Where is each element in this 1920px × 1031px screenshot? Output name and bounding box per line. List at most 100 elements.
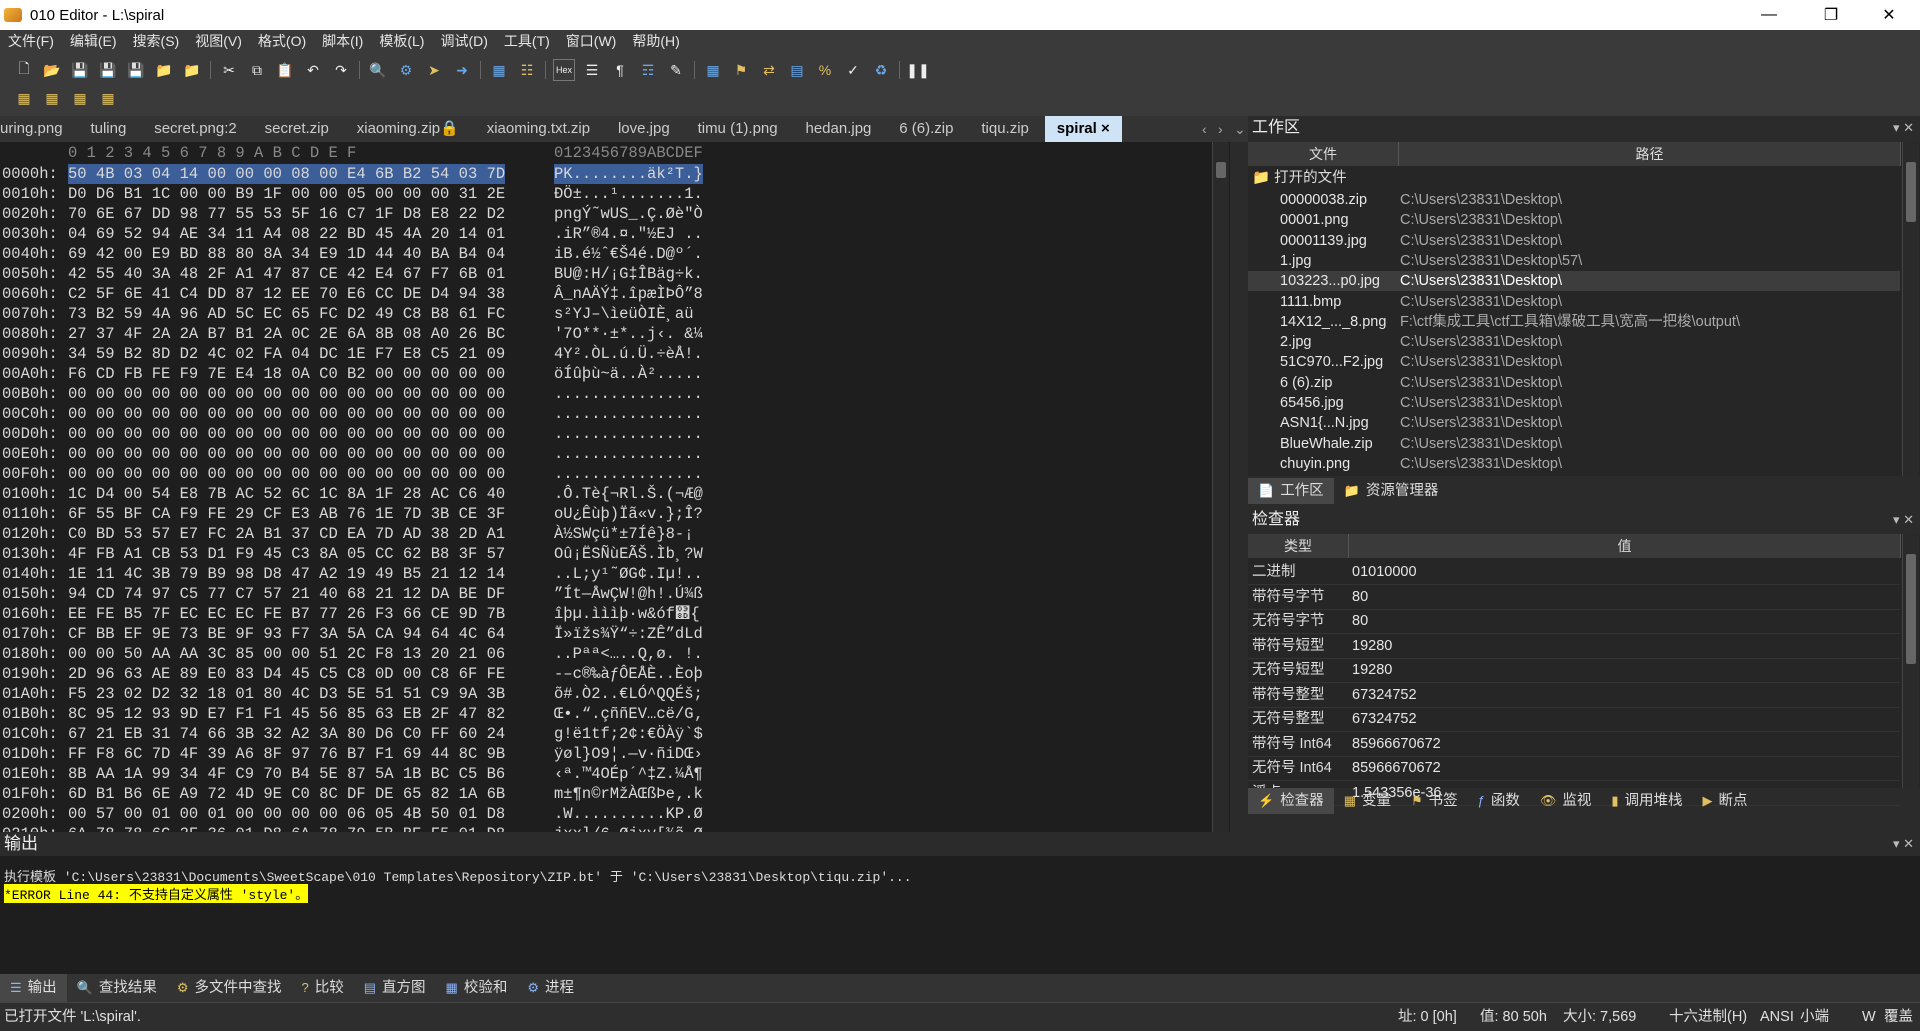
row-ascii[interactable]: Â_nAÄÝ‡.îpæÌÞÔ”8 xyxy=(554,284,703,304)
row-hex-bytes[interactable]: 67 21 EB 31 74 66 3B 32 A2 3A 80 D6 C0 F… xyxy=(68,724,505,744)
row-hex-bytes[interactable]: 00 00 00 00 00 00 00 00 00 00 00 00 00 0… xyxy=(68,424,505,444)
save-as-icon[interactable]: 💾 xyxy=(97,60,119,80)
row-ascii[interactable]: ................ xyxy=(554,424,703,444)
save-all-icon[interactable]: 💾 xyxy=(125,60,147,80)
menu-edit[interactable]: 编辑(E) xyxy=(62,31,125,51)
col-file-header[interactable]: 文件 xyxy=(1248,142,1399,166)
row-hex-bytes[interactable]: C0 BD 53 57 E7 FC 2A B1 37 CD EA 7D AD 3… xyxy=(68,524,505,544)
row-hex-bytes[interactable]: 1C D4 00 54 E8 7B AC 52 6C 1C 8A 1F 28 A… xyxy=(68,484,505,504)
open-folder-icon[interactable]: 📁 xyxy=(153,60,175,80)
menu-help[interactable]: 帮助(H) xyxy=(624,31,687,51)
run-script-icon[interactable]: ▦ xyxy=(41,88,63,108)
text-mode-icon[interactable]: ☰ xyxy=(581,60,603,80)
tab-workspace[interactable]: 📄 工作区 xyxy=(1248,478,1334,504)
row-ascii[interactable]: s²YJ–­\ìeüÒIÈ¸aü xyxy=(554,304,694,324)
script-list-icon[interactable]: ▦ xyxy=(69,88,91,108)
menu-view[interactable]: 视图(V) xyxy=(187,31,250,51)
inspector-scrollbar[interactable] xyxy=(1902,534,1919,788)
row-ascii[interactable]: õ#.Ò2..€LÓ^QQÉš; xyxy=(554,684,703,704)
close-window-button[interactable]: ✕ xyxy=(1866,0,1912,30)
row-hex-bytes[interactable]: 8B AA 1A 99 34 4F C9 70 B4 5E 87 5A 1B B… xyxy=(68,764,505,784)
hex-mode-icon[interactable]: Hex xyxy=(553,59,575,81)
save-icon[interactable]: 💾 xyxy=(69,60,91,80)
row-ascii[interactable]: ..Pªª<…..Q,ø. !. xyxy=(554,644,703,664)
row-ascii[interactable]: oU¿Êùþ)Ïã«v.};Î? xyxy=(554,504,703,524)
panel-controls-icon[interactable]: ▾ ✕ xyxy=(1893,508,1914,532)
row-hex-bytes[interactable]: 00 00 00 00 00 00 00 00 00 00 00 00 00 0… xyxy=(68,444,505,464)
compare-icon[interactable]: ⇄ xyxy=(758,60,780,80)
tab-compare[interactable]: ? 比较 xyxy=(292,974,354,1002)
row-ascii[interactable]: À½SWçü*±7Íê}­8-¡ xyxy=(554,524,694,544)
menu-search[interactable]: 搜索(S) xyxy=(125,31,188,51)
row-hex-bytes[interactable]: C2 5F 6E 41 C4 DD 87 12 EE 70 E6 CC DE D… xyxy=(68,284,505,304)
row-ascii[interactable]: Ï»ïžs¾Ÿ“÷:ZÊ”dLd xyxy=(554,624,703,644)
tab-file[interactable]: uring.png xyxy=(0,116,75,142)
status-mode[interactable]: 十六进制(H) xyxy=(1669,1003,1747,1031)
row-hex-bytes[interactable]: EE FE B5 7F EC EC EC FE B7 77 26 F3 66 C… xyxy=(68,604,505,624)
row-hex-bytes[interactable]: 00 00 00 00 00 00 00 00 00 00 00 00 00 0… xyxy=(68,464,505,484)
workspace-scrollbar[interactable] xyxy=(1902,142,1919,476)
row-ascii[interactable]: '7O**·±*..j‹. &¼ xyxy=(554,324,703,344)
row-ascii[interactable]: îþµ.ìììþ·w&óf΍{ xyxy=(554,604,700,624)
menu-debug[interactable]: 调试(D) xyxy=(432,31,495,51)
panel-controls-icon[interactable]: ▾ ✕ xyxy=(1893,832,1914,856)
scroll-thumb[interactable] xyxy=(1906,162,1916,222)
row-ascii[interactable]: ................ xyxy=(554,464,703,484)
inspector-row[interactable]: 带符号字节 80 xyxy=(1248,585,1900,610)
row-hex-bytes[interactable]: 94 CD 74 97 C5 77 C7 57 21 40 68 21 12 D… xyxy=(68,584,505,604)
row-ascii[interactable]: öÍûþù~ä..À²..... xyxy=(554,364,703,384)
inspector-row[interactable]: 带符号短型 19280 xyxy=(1248,634,1900,659)
row-ascii[interactable]: m±¶n©rMžÀŒßÞe‚.k xyxy=(554,784,703,804)
tab-find-results[interactable]: 🔍 查找结果 xyxy=(67,974,167,1002)
inspector-value[interactable]: 80 xyxy=(1352,585,1368,609)
workspace-file-row[interactable]: 103223...p0.jpg C:\Users\23831\Desktop\ xyxy=(1248,271,1900,292)
undo-icon[interactable]: ↶ xyxy=(302,60,324,80)
row-hex-bytes[interactable]: 04 69 52 94 AE 34 11 A4 08 22 BD 45 4A 2… xyxy=(68,224,505,244)
calculator-icon[interactable]: ▦ xyxy=(702,60,724,80)
row-hex-bytes[interactable]: 42 55 40 3A 48 2F A1 47 87 CE 42 E4 67 F… xyxy=(68,264,505,284)
percent-icon[interactable]: % xyxy=(814,60,836,80)
row-ascii[interactable]: ÿøl}O9¦.—v·ñiDŒ› xyxy=(554,744,703,764)
paragraph-icon[interactable]: ¶ xyxy=(609,60,631,80)
row-ascii[interactable]: ................ xyxy=(554,404,703,424)
row-hex-bytes[interactable]: FF F8 6C 7D 4F 39 A6 8F 97 76 B7 F1 69 4… xyxy=(68,744,505,764)
tab-functions[interactable]: ƒ 函数 xyxy=(1468,788,1530,814)
checksum-icon[interactable]: ✓ xyxy=(842,60,864,80)
tab-explorer[interactable]: 📁 资源管理器 xyxy=(1334,478,1449,504)
row-hex-bytes[interactable]: 34 59 B2 8D D2 4C 02 FA 04 DC 1E F7 E8 C… xyxy=(68,344,505,364)
row-ascii[interactable]: Oû¡ËSÑùEÃŠ.Ìb¸?W xyxy=(554,544,703,564)
inspector-row[interactable]: 无符号短型 19280 xyxy=(1248,658,1900,683)
tab-file[interactable]: 6 (6).zip xyxy=(887,116,965,142)
row-hex-bytes[interactable]: 70 6E 67 DD 98 77 55 53 5F 16 C7 1F D8 E… xyxy=(68,204,505,224)
row-hex-bytes[interactable]: 69 42 00 E9 BD 88 80 8A 34 E9 1D 44 40 B… xyxy=(68,244,505,264)
row-ascii[interactable]: g!ë1tf;2¢:€ÖÀÿ`$ xyxy=(554,724,703,744)
row-ascii[interactable]: ................ xyxy=(554,444,703,464)
inspector-row[interactable]: 二进制 01010000 xyxy=(1248,560,1900,585)
tab-spiral-active[interactable]: spiral × xyxy=(1044,116,1122,142)
row-hex-bytes[interactable]: F5 23 02 D2 32 18 01 80 4C D3 5E 51 51 C… xyxy=(68,684,505,704)
row-ascii[interactable]: -–c®‰àƒÔEÅÈ..Èoþ xyxy=(554,664,703,684)
tab-find-in-files[interactable]: ⚙ 多文件中查找 xyxy=(167,974,292,1002)
tab-scroll-left-icon[interactable]: ‹ xyxy=(1202,116,1207,142)
minimize-button[interactable]: — xyxy=(1746,0,1792,30)
histogram-icon[interactable]: ▤ xyxy=(786,60,808,80)
status-write[interactable]: W xyxy=(1862,1003,1876,1031)
output-pane[interactable]: 执行模板 'C:\Users\23831\Documents\SweetScap… xyxy=(0,856,1920,974)
row-hex-bytes[interactable]: 6A 78 78 6C 2F 36 01 D8 6A 78 79 5B BE F… xyxy=(68,824,505,832)
tab-file[interactable]: tuling xyxy=(78,116,138,142)
tab-call-stack[interactable]: ▮ 调用堆栈 xyxy=(1601,788,1692,814)
find-in-files-icon[interactable]: ➤ xyxy=(423,60,445,80)
paste-icon[interactable]: 📋 xyxy=(274,60,296,80)
row-ascii[interactable]: Œ•.“.çññEV…cë/G‚ xyxy=(554,704,703,724)
tab-file[interactable]: love.jpg xyxy=(606,116,682,142)
menu-tools[interactable]: 工具(T) xyxy=(496,31,558,51)
row-ascii[interactable]: pngÝ˜wUS_.Ç.Øè"Ò xyxy=(554,204,703,224)
row-hex-bytes[interactable]: 27 37 4F 2A 2A B7 B1 2A 0C 2E 6A 8B 08 A… xyxy=(68,324,505,344)
row-ascii[interactable]: ‹ª.™4OÉp´^‡Z.¼Å¶ xyxy=(554,764,703,784)
row-hex-bytes[interactable]: 73 B2 59 4A 96 AD 5C EC 65 FC D2 49 C8 B… xyxy=(68,304,505,324)
row-ascii[interactable]: iB.é½ˆ€Š4é.D@º´. xyxy=(554,244,703,264)
col-value-header[interactable]: 值 xyxy=(1349,534,1901,558)
bookmark-icon[interactable]: ⚑ xyxy=(730,60,752,80)
row-ascii[interactable]: PK........äk²T.} xyxy=(554,164,703,184)
tab-breakpoints[interactable]: ▶ 断点 xyxy=(1693,788,1758,814)
